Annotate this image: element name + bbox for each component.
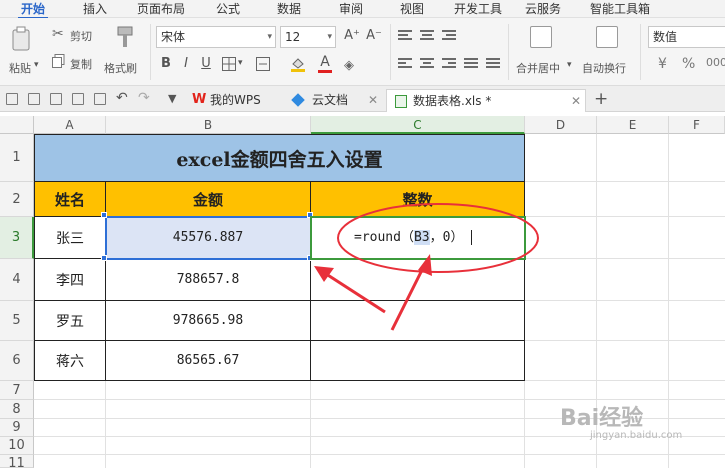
underline-button[interactable]: U: [198, 56, 214, 72]
watermark-url: jingyan.baidu.com: [590, 430, 683, 441]
sheet-file-icon: [395, 95, 407, 108]
annotation-arrow-left: [314, 266, 386, 314]
ribbon-separator: [150, 24, 151, 80]
align-left-icon[interactable]: [398, 58, 412, 70]
tab-cloud-docs[interactable]: 云文档 ✕: [290, 90, 382, 110]
annotation-circle: [337, 203, 539, 273]
currency-icon[interactable]: ¥: [658, 56, 667, 72]
font-size-select[interactable]: 12 ▾: [280, 26, 336, 48]
font-size-value: 12: [285, 30, 301, 44]
wps-spreadsheet-window: 开始 插入 页面布局 公式 数据 审阅 视图 开发工具 云服务 智能工具箱 粘贴…: [0, 0, 725, 468]
paste-icon[interactable]: [10, 26, 34, 52]
close-icon[interactable]: ✕: [571, 91, 581, 111]
chevron-down-icon[interactable]: ▼: [168, 92, 176, 105]
justify-icon[interactable]: [464, 58, 478, 70]
tab-page-layout[interactable]: 页面布局: [130, 1, 192, 17]
wrap-text-button[interactable]: 自动换行: [582, 60, 626, 76]
tab-data-sheet[interactable]: 数据表格.xls * ✕: [386, 89, 586, 112]
tab-label: 云文档: [312, 93, 349, 107]
chevron-down-icon[interactable]: ▾: [567, 60, 572, 70]
font-name-select[interactable]: 宋体 ▾: [156, 26, 276, 48]
font-color-glyph: A: [320, 54, 330, 70]
tab-view[interactable]: 视图: [389, 1, 435, 17]
print-preview-icon[interactable]: [50, 93, 62, 105]
undo-icon[interactable]: ↶: [116, 90, 128, 106]
ribbon-separator: [508, 24, 509, 80]
paste-button[interactable]: 粘贴: [9, 60, 31, 76]
tab-review[interactable]: 审阅: [328, 1, 374, 17]
merge-center-icon[interactable]: [530, 26, 552, 48]
new-tab-button[interactable]: +: [594, 89, 608, 109]
menu-bar: 开始 插入 页面布局 公式 数据 审阅 视图 开发工具 云服务 智能工具箱: [0, 0, 725, 19]
paste-dropdown-icon[interactable]: ▾: [34, 60, 39, 70]
baidu-watermark: Bai经验: [560, 406, 644, 431]
open-folder-icon[interactable]: [6, 93, 18, 105]
export-icon[interactable]: [94, 93, 106, 105]
font-color-icon[interactable]: A: [318, 54, 332, 73]
tab-label: 我的WPS: [210, 93, 261, 107]
tab-data[interactable]: 数据: [266, 1, 312, 17]
distribute-icon[interactable]: [486, 58, 500, 70]
tab-insert[interactable]: 插入: [72, 1, 118, 17]
chevron-down-icon[interactable]: ▾: [238, 58, 243, 68]
percent-button[interactable]: %: [682, 56, 695, 72]
tab-smart-toolbox[interactable]: 智能工具箱: [582, 1, 658, 17]
scissors-icon[interactable]: ✂: [52, 26, 64, 42]
align-top-icon[interactable]: [398, 30, 412, 42]
italic-button[interactable]: I: [178, 56, 194, 72]
save-icon[interactable]: [28, 93, 40, 105]
merge-center-button[interactable]: 合并居中: [516, 60, 560, 76]
borders-icon[interactable]: [222, 57, 236, 71]
bold-button[interactable]: B: [158, 56, 174, 72]
cloud-doc-icon: [291, 93, 305, 107]
chevron-down-icon: ▾: [267, 32, 272, 42]
thousands-separator-icon[interactable]: 000: [706, 56, 725, 69]
format-painter-icon[interactable]: [112, 24, 138, 50]
tab-developer[interactable]: 开发工具: [447, 1, 509, 17]
grow-font-button[interactable]: A⁺: [344, 28, 360, 44]
merge-cells-icon[interactable]: [256, 57, 270, 71]
close-icon[interactable]: ✕: [368, 90, 378, 110]
tab-cloud-service[interactable]: 云服务: [517, 1, 569, 17]
number-format-value: 数值: [653, 30, 678, 44]
format-painter-button[interactable]: 格式刷: [104, 60, 137, 76]
spreadsheet-grid[interactable]: A B C D E F 1 2 3 4 5 6 7 8 9 10 11 exce…: [0, 112, 725, 468]
tab-home[interactable]: 开始: [10, 1, 56, 19]
shrink-font-button[interactable]: A⁻: [366, 28, 382, 44]
tab-formulas[interactable]: 公式: [205, 1, 251, 17]
chevron-down-icon: ▾: [327, 32, 332, 42]
tab-label: 数据表格.xls *: [413, 94, 492, 108]
align-middle-icon[interactable]: [420, 30, 434, 42]
copy-button[interactable]: 复制: [70, 56, 92, 72]
ribbon-separator: [640, 24, 641, 80]
wps-logo-icon: W: [192, 92, 207, 107]
align-bottom-icon[interactable]: [442, 30, 456, 42]
tab-my-wps[interactable]: W 我的WPS: [190, 90, 282, 110]
print-icon[interactable]: [72, 93, 84, 105]
fill-color-icon[interactable]: [290, 56, 306, 72]
align-right-icon[interactable]: [442, 58, 456, 70]
font-name-value: 宋体: [161, 30, 186, 44]
cut-button[interactable]: 剪切: [70, 28, 92, 44]
align-center-icon[interactable]: [420, 58, 434, 70]
redo-icon[interactable]: ↷: [138, 90, 150, 106]
number-format-select[interactable]: 数值: [648, 26, 725, 48]
wrap-text-icon[interactable]: [596, 26, 618, 48]
annotation-arrow-up: [390, 254, 432, 331]
copy-icon[interactable]: [52, 54, 65, 68]
ribbon-separator: [390, 24, 391, 80]
document-tab-bar: ↶ ↷ ▼ W 我的WPS 云文档 ✕ 数据表格.xls * ✕ +: [0, 86, 725, 112]
clear-format-icon[interactable]: ◈: [344, 58, 354, 73]
ribbon-toolbar: 粘贴 ▾ ✂ 剪切 复制 格式刷 宋体 ▾ 12 ▾ A⁺ A⁻ B I U ▾: [0, 18, 725, 86]
